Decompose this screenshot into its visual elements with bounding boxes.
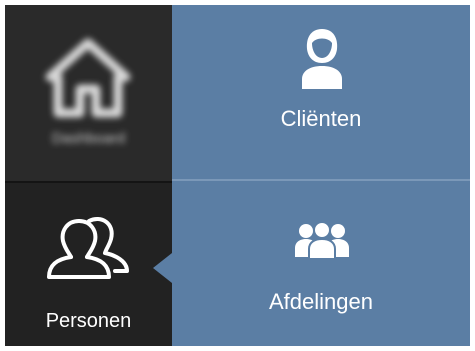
blurred-content: Dashboard: [5, 5, 172, 181]
tile-label-afdelingen: Afdelingen: [269, 289, 373, 314]
tile-label-clienten: Cliënten: [280, 106, 362, 131]
nav-label-dashboard: Dashboard: [51, 130, 126, 147]
tile-afdelingen[interactable]: Afdelingen: [172, 181, 470, 346]
group-icon: [295, 221, 349, 259]
person-icon: [302, 29, 342, 89]
active-pointer: [153, 253, 172, 283]
nav-item-personen[interactable]: Personen: [5, 183, 172, 346]
tile-clienten[interactable]: Cliënten: [172, 5, 470, 179]
users-outline-icon: [47, 217, 129, 279]
sidebar-nav: Dashboard Personen: [5, 5, 172, 346]
nav-item-dashboard[interactable]: Dashboard: [5, 5, 172, 181]
home-icon: [45, 38, 131, 118]
app-frame: Dashboard Personen Cliënten Afdelingen: [5, 5, 470, 346]
nav-label-personen: Personen: [45, 310, 132, 332]
content-panel: Cliënten Afdelingen: [172, 5, 470, 346]
